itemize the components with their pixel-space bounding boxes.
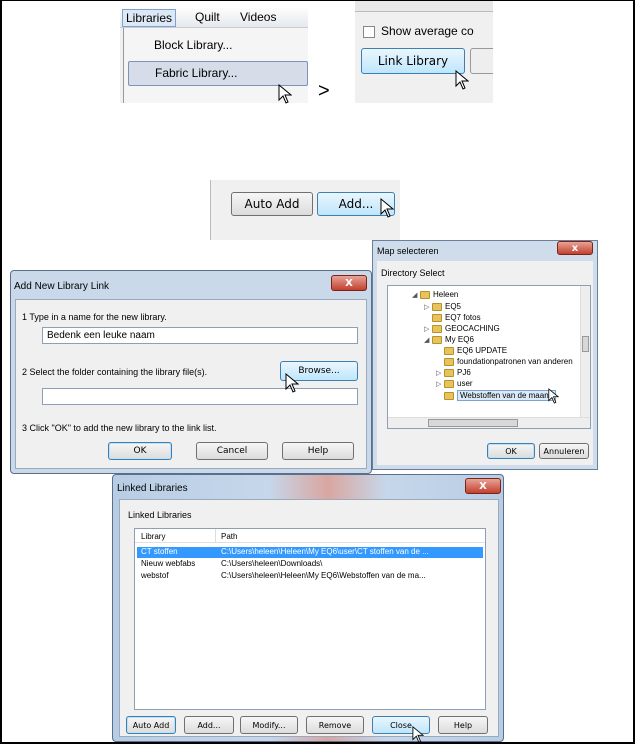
table-row[interactable]: CT stoffen C:\Users\heleen\Heleen\My EQ6… xyxy=(137,547,483,558)
column-divider xyxy=(215,529,216,543)
next-button-edge xyxy=(470,48,493,74)
arrow-separator: > xyxy=(318,80,330,102)
row-library: CT stoffen xyxy=(141,547,178,556)
menu-item-fabric-library[interactable]: Fabric Library... xyxy=(128,61,308,86)
menu-quilt[interactable]: Quilt xyxy=(195,10,220,24)
row-library: Nieuw webfabs xyxy=(141,559,196,568)
close-icon[interactable]: x xyxy=(557,241,593,255)
scroll-thumb xyxy=(428,419,518,427)
tree-item-geocaching[interactable]: ▷ GEOCACHING xyxy=(424,324,500,333)
add-link-ok-button[interactable]: OK xyxy=(108,442,172,460)
tree-item-my-eq6[interactable]: ◢ My EQ6 xyxy=(424,335,474,344)
mouse-pointer-icon xyxy=(548,388,559,404)
folder-icon xyxy=(444,379,454,388)
tree-item-foundationpatronen[interactable]: foundationpatronen van anderen xyxy=(436,357,573,366)
tree-item-eq5[interactable]: ▷ EQ5 xyxy=(424,302,461,311)
menu-libraries[interactable]: Libraries xyxy=(122,9,177,27)
map-cancel-button[interactable]: Annuleren xyxy=(539,443,589,459)
folder-icon xyxy=(432,324,442,333)
add-link-dialog-title: Add New Library Link xyxy=(14,281,110,292)
linked-libraries-dialog: Linked Libraries X Linked Libraries Libr… xyxy=(112,474,504,742)
map-dialog-body: Directory Select ◢ Heleen ▷ EQ5 EQ7 fotos … xyxy=(377,261,593,465)
auto-add-button[interactable]: Auto Add xyxy=(126,716,176,734)
tree-item-webstoffen[interactable]: Webstoffen van de maand xyxy=(436,390,557,401)
step3-label: 3 Click "OK" to add the new library to t… xyxy=(22,423,217,433)
list-header: Library Path xyxy=(135,529,485,543)
tree-vertical-scrollbar[interactable] xyxy=(580,286,590,418)
row-path: C:\Users\heleen\Downloads\ xyxy=(221,559,323,568)
add-button[interactable]: Add... xyxy=(184,716,234,734)
folder-icon xyxy=(420,290,430,299)
map-ok-button[interactable]: OK xyxy=(487,443,535,459)
tree-item-eq7-fotos[interactable]: EQ7 fotos xyxy=(424,313,481,322)
linked-dialog-body: Linked Libraries Library Path CT stoffen… xyxy=(119,499,499,737)
add-library-link-dialog: Add New Library Link X 1 Type in a name … xyxy=(10,270,372,474)
mouse-pointer-icon xyxy=(380,198,394,218)
linked-libraries-list[interactable]: Library Path CT stoffen C:\Users\heleen\… xyxy=(134,528,486,710)
folder-icon xyxy=(444,368,454,377)
directory-select-label: Directory Select xyxy=(381,268,445,278)
link-library-button[interactable]: Link Library xyxy=(361,48,465,74)
add-link-help-button[interactable]: Help xyxy=(282,442,354,460)
tree-item-heleen[interactable]: ◢ Heleen xyxy=(412,290,458,299)
step2-label: 2 Select the folder containing the libra… xyxy=(22,367,208,377)
row-library: webstof xyxy=(141,571,169,580)
average-checkbox[interactable] xyxy=(363,26,375,38)
column-library[interactable]: Library xyxy=(141,532,165,541)
menu-item-block-library[interactable]: Block Library... xyxy=(154,38,232,52)
table-row[interactable]: webstof C:\Users\heleen\Heleen\My EQ6\We… xyxy=(137,571,483,582)
mouse-pointer-icon xyxy=(455,70,469,90)
folder-icon xyxy=(432,302,442,311)
folder-icon xyxy=(432,313,442,322)
library-name-input[interactable] xyxy=(42,327,358,344)
folder-icon xyxy=(444,391,454,400)
mouse-pointer-icon xyxy=(278,84,292,104)
close-icon[interactable]: X xyxy=(465,478,501,494)
folder-tree[interactable]: ◢ Heleen ▷ EQ5 EQ7 fotos ▷ GEOCACHING ◢ My E… xyxy=(387,285,591,429)
scroll-thumb xyxy=(582,336,589,352)
tree-item-user[interactable]: ▷ user xyxy=(436,379,473,388)
row-path: C:\Users\heleen\Heleen\My EQ6\Webstoffen… xyxy=(221,571,426,580)
mouse-pointer-icon xyxy=(285,373,299,393)
folder-icon xyxy=(444,346,454,355)
folder-path-input[interactable] xyxy=(42,388,358,405)
map-dialog-title: Map selecteren xyxy=(377,246,439,256)
column-path[interactable]: Path xyxy=(221,532,237,541)
tree-horizontal-scrollbar[interactable] xyxy=(388,417,590,428)
linked-dialog-title: Linked Libraries xyxy=(117,483,188,494)
link-library-snippet: Show average co Link Library xyxy=(355,0,493,103)
menu-bar: Libraries Quilt Videos xyxy=(120,8,308,28)
add-buttons-snippet: Auto Add Add... xyxy=(210,180,400,240)
tree-item-eq6-update[interactable]: EQ6 UPDATE xyxy=(436,346,507,355)
folder-icon xyxy=(432,335,442,344)
menu-videos[interactable]: Videos xyxy=(240,10,276,24)
map-select-dialog: Map selecteren x Directory Select ◢ Helee… xyxy=(372,240,598,470)
linked-group-label: Linked Libraries xyxy=(128,510,192,520)
scrollbar[interactable] xyxy=(355,0,493,12)
row-path: C:\Users\heleen\Heleen\My EQ6\user\CT st… xyxy=(221,547,429,556)
folder-icon xyxy=(444,357,454,366)
remove-button[interactable]: Remove xyxy=(306,716,364,734)
close-icon[interactable]: X xyxy=(331,275,367,291)
average-checkbox-label: Show average co xyxy=(381,24,474,38)
help-button[interactable]: Help xyxy=(438,716,488,734)
add-link-dialog-body: 1 Type in a name for the new library. 2 … xyxy=(15,299,367,469)
modify-button[interactable]: Modify... xyxy=(240,716,298,734)
table-row[interactable]: Nieuw webfabs C:\Users\heleen\Downloads\ xyxy=(137,559,483,570)
auto-add-button[interactable]: Auto Add xyxy=(231,192,313,216)
step1-label: 1 Type in a name for the new library. xyxy=(22,312,167,322)
mouse-pointer-icon xyxy=(412,726,424,743)
tree-item-pj6[interactable]: ▷ PJ6 xyxy=(436,368,471,377)
add-link-cancel-button[interactable]: Cancel xyxy=(196,442,268,460)
